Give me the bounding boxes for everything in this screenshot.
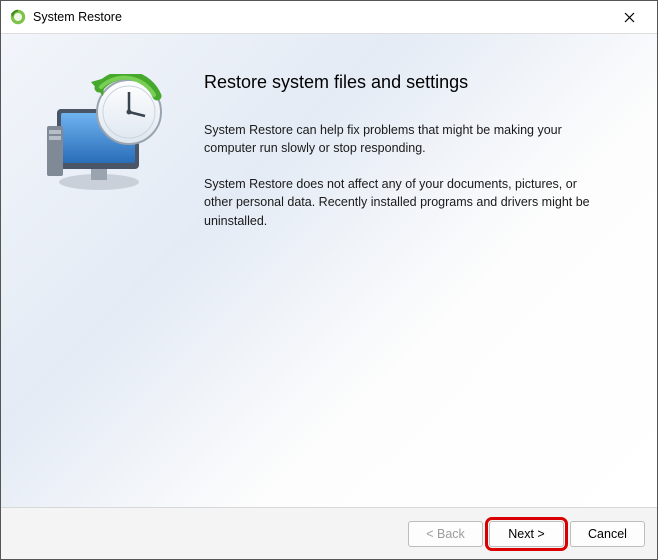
page-heading: Restore system files and settings [204, 72, 625, 93]
wizard-footer: < Back Next > Cancel [1, 507, 657, 559]
content-area: Restore system files and settings System… [1, 33, 657, 507]
system-restore-window: System Restore [0, 0, 658, 560]
close-icon [624, 12, 635, 23]
back-button: < Back [408, 521, 483, 547]
close-button[interactable] [609, 3, 649, 31]
description-paragraph-1: System Restore can help fix problems tha… [204, 121, 604, 157]
next-button[interactable]: Next > [489, 521, 564, 547]
window-title: System Restore [33, 10, 122, 24]
system-restore-icon [9, 8, 27, 26]
restore-computer-clock-icon [39, 74, 169, 194]
main-content: Restore system files and settings System… [196, 34, 657, 507]
titlebar: System Restore [1, 1, 657, 33]
cancel-button[interactable]: Cancel [570, 521, 645, 547]
sidebar-graphic-area [1, 34, 196, 507]
description-paragraph-2: System Restore does not affect any of yo… [204, 175, 604, 229]
